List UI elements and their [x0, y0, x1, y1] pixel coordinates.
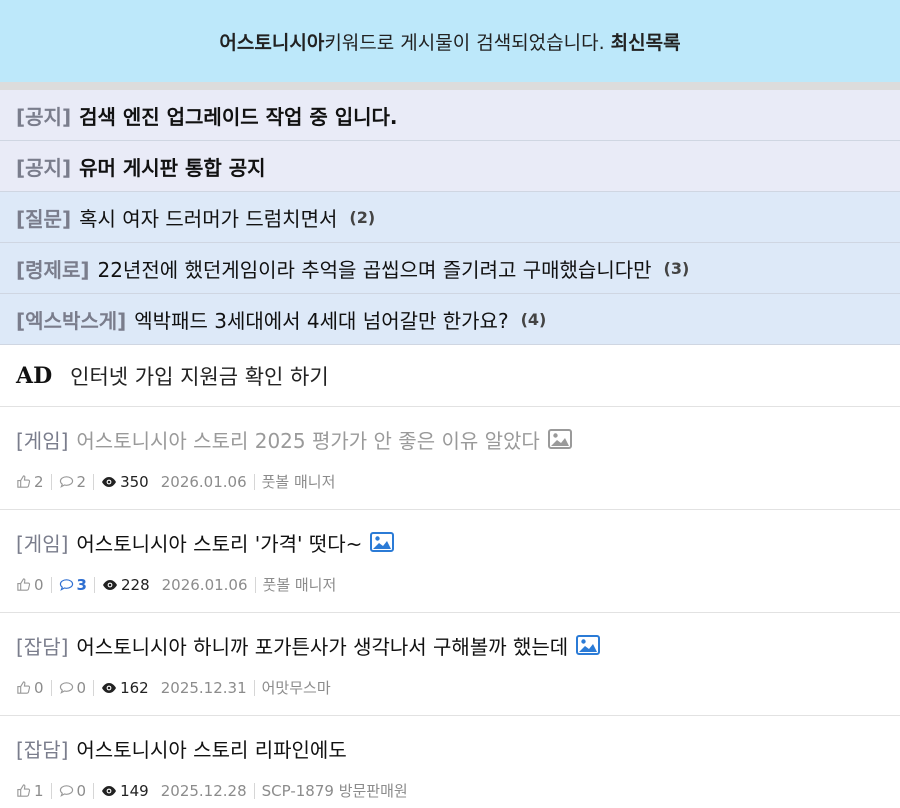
like-count: 0	[16, 679, 44, 697]
post-item[interactable]: [잡담] 어스토니시아 하니까 포가튼사가 생각나서 구해볼까 했는데 0 0 …	[0, 613, 900, 716]
post-title[interactable]: 어스토니시아 스토리 '가격' 떳다~	[76, 528, 362, 557]
post-category: [공지]	[16, 155, 72, 180]
post-author[interactable]: 어맛무스마	[262, 677, 331, 698]
eye-icon	[102, 476, 117, 487]
post-category: [잡담]	[16, 634, 69, 659]
thumbs-up-icon	[17, 578, 31, 591]
image-icon	[547, 429, 572, 449]
post-date: 2026.01.06	[160, 472, 247, 491]
comment-bubble-icon	[59, 476, 73, 488]
search-banner: 어스토니시아 키워드로 게시물이 검색되었습니다. 최신목록	[0, 0, 900, 82]
post-category: [질문]	[16, 206, 72, 231]
view-count: 149	[101, 782, 149, 800]
post-category: [게임]	[16, 531, 69, 556]
thumbs-up-icon	[17, 475, 31, 488]
comment-count: 0	[59, 782, 86, 800]
thumbs-up-icon	[17, 784, 31, 797]
post-category: [엑스박스게]	[16, 308, 127, 333]
post-category: [령제로]	[16, 257, 90, 282]
post-meta: 1 0 149 2025.12.28 SCP-1879 방문판매원	[16, 780, 900, 801]
comment-bubble-icon	[59, 579, 73, 591]
post-meta: 0 3 228 2026.01.06 풋볼 매니저	[16, 574, 900, 595]
banner-divider	[0, 82, 900, 90]
comment-count: 0	[59, 679, 86, 697]
post-item[interactable]: [게임] 어스토니시아 스토리 '가격' 떳다~ 0 3 228 2026.01…	[0, 510, 900, 613]
latest-list-link[interactable]: 최신목록	[611, 28, 681, 55]
view-count: 162	[101, 679, 149, 697]
comment-count: (4)	[520, 309, 547, 329]
comment-count: 3	[59, 576, 87, 594]
post-category: [게임]	[16, 428, 69, 453]
comment-count: (2)	[349, 207, 376, 227]
post-category: [공지]	[16, 104, 72, 129]
post-author[interactable]: SCP-1879 방문판매원	[262, 780, 408, 801]
eye-icon	[102, 579, 117, 590]
post-author[interactable]: 풋볼 매니저	[263, 574, 337, 595]
post-title[interactable]: 유머 게시판 통합 공지	[79, 152, 266, 181]
post-title[interactable]: 검색 엔진 업그레이드 작업 중 입니다.	[79, 101, 397, 130]
ad-text[interactable]: 인터넷 가입 지원금 확인 하기	[70, 361, 329, 391]
post-date: 2025.12.31	[160, 678, 247, 697]
image-icon	[576, 635, 601, 655]
search-keyword: 어스토니시아	[219, 31, 325, 54]
thumbs-up-icon	[17, 681, 31, 694]
hot-post-row[interactable]: [엑스박스게] 엑박패드 3세대에서 4세대 넘어갈만 한가요? (4)	[0, 294, 900, 345]
eye-icon	[102, 785, 117, 796]
post-date: 2025.12.28	[160, 781, 247, 800]
comment-count: 2	[59, 473, 86, 491]
ad-badge: AD	[16, 362, 53, 389]
view-count: 350	[101, 473, 149, 491]
ad-row[interactable]: AD 인터넷 가입 지원금 확인 하기	[0, 345, 900, 407]
like-count: 1	[16, 782, 44, 800]
post-list: [게임] 어스토니시아 스토리 2025 평가가 안 좋은 이유 알았다 2 2…	[0, 407, 900, 808]
post-item[interactable]: [게임] 어스토니시아 스토리 2025 평가가 안 좋은 이유 알았다 2 2…	[0, 407, 900, 510]
notice-row[interactable]: [공지] 검색 엔진 업그레이드 작업 중 입니다.	[0, 90, 900, 141]
hot-post-row[interactable]: [질문] 혹시 여자 드러머가 드럼치면서 (2)	[0, 192, 900, 243]
post-title[interactable]: 22년전에 했던게임이라 추억을 곱씹으며 즐기려고 구매했습니다만	[97, 254, 651, 283]
post-meta: 0 0 162 2025.12.31 어맛무스마	[16, 677, 900, 698]
hot-post-row[interactable]: [령제로] 22년전에 했던게임이라 추억을 곱씹으며 즐기려고 구매했습니다만…	[0, 243, 900, 294]
eye-icon	[102, 682, 117, 693]
like-count: 2	[16, 473, 44, 491]
comment-bubble-icon	[59, 785, 73, 797]
view-count: 228	[102, 576, 150, 594]
post-category: [잡담]	[16, 737, 69, 762]
image-icon	[370, 532, 395, 552]
post-title[interactable]: 어스토니시아 스토리 리파인에도	[76, 734, 346, 763]
post-item[interactable]: [잡담] 어스토니시아 스토리 리파인에도 1 0 149 2025.12.28…	[0, 716, 900, 808]
search-result-message: 키워드로 게시물이 검색되었습니다.	[324, 31, 605, 54]
post-title[interactable]: 엑박패드 3세대에서 4세대 넘어갈만 한가요?	[134, 305, 508, 334]
post-meta: 2 2 350 2026.01.06 풋볼 매니저	[16, 471, 900, 492]
post-author[interactable]: 풋볼 매니저	[262, 471, 336, 492]
post-title[interactable]: 어스토니시아 하니까 포가튼사가 생각나서 구해볼까 했는데	[76, 631, 568, 660]
like-count: 0	[16, 576, 44, 594]
notice-row[interactable]: [공지] 유머 게시판 통합 공지	[0, 141, 900, 192]
post-date: 2026.01.06	[161, 575, 248, 594]
comment-bubble-icon	[59, 682, 73, 694]
post-title[interactable]: 혹시 여자 드러머가 드럼치면서	[79, 203, 337, 232]
post-title[interactable]: 어스토니시아 스토리 2025 평가가 안 좋은 이유 알았다	[76, 425, 539, 454]
pinned-list: [공지] 검색 엔진 업그레이드 작업 중 입니다. [공지] 유머 게시판 통…	[0, 90, 900, 345]
comment-count: (3)	[663, 258, 690, 278]
